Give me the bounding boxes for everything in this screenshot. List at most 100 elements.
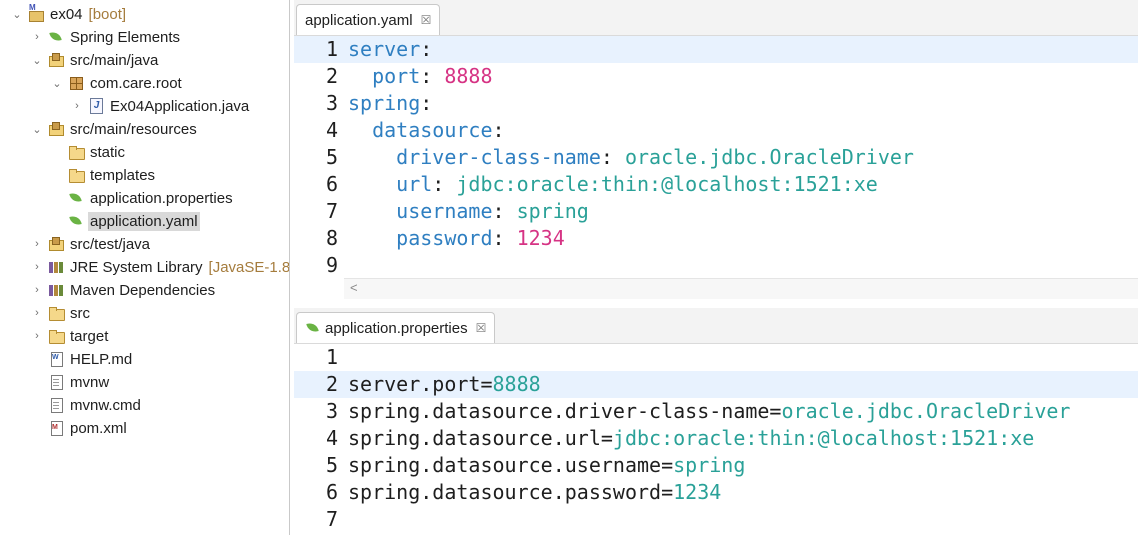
code-token: spring [673, 453, 746, 477]
tree-item[interactable]: pom.xml [30, 417, 129, 439]
tree-item[interactable]: application.properties [50, 187, 235, 209]
line-number: 1 [325, 37, 338, 61]
code-token: oracle.jdbc.OracleDriver [781, 399, 1071, 423]
horizontal-scrollbar[interactable]: < [344, 278, 1138, 299]
code-line[interactable]: 6 url: jdbc:oracle:thin:@localhost:1521:… [294, 171, 1138, 198]
chevron-right-icon[interactable]: › [30, 283, 44, 297]
tree-item[interactable]: › Spring Elements [30, 26, 182, 48]
tree-item-label: src/test/java [70, 235, 151, 253]
chevron-right-icon[interactable]: › [30, 306, 44, 320]
code-line[interactable]: 3 spring.datasource.driver-class-name=ora… [294, 398, 1138, 425]
code-line[interactable]: 7 username: spring [294, 198, 1138, 225]
yaml-code-area[interactable]: 1 server: 2 port: 8888 3 spring: 4 datasource… [294, 36, 1138, 279]
tree-item[interactable]: › Maven Dependencies [30, 279, 217, 301]
tree-item-label: application.yaml [88, 211, 200, 231]
line-number: 3 [325, 91, 338, 115]
tree-item[interactable]: › src/test/java [30, 233, 152, 255]
code-line[interactable]: 5 driver-class-name: oracle.jdbc.OracleD… [294, 144, 1138, 171]
line-number: 8 [325, 226, 338, 250]
tree-item[interactable]: ⌄ ex04 [boot] [10, 3, 126, 25]
code-token: : [492, 226, 517, 250]
chevron-down-icon[interactable]: ⌄ [50, 76, 64, 90]
tree-item[interactable]: application.yaml [50, 210, 200, 232]
tree-item-label: JRE System Library [70, 258, 203, 276]
tree-item-label: HELP.md [70, 350, 133, 368]
code-token: : [420, 64, 445, 88]
line-number: 9 [325, 253, 338, 277]
tree-item[interactable]: static [50, 141, 127, 163]
code-text: password: 1234 [348, 225, 565, 252]
code-token: port [348, 64, 421, 88]
code-line[interactable]: 7 [294, 506, 1138, 533]
chevron-down-icon[interactable]: ⌄ [30, 53, 44, 67]
code-line[interactable]: 5 spring.datasource.username=spring [294, 452, 1138, 479]
line-number: 4 [325, 426, 338, 450]
chevron-right-icon[interactable]: › [30, 237, 44, 251]
markdown-file-icon [48, 351, 64, 367]
code-text: spring.datasource.password=1234 [348, 479, 721, 506]
code-token: jdbc:oracle:thin:@localhost:1521:xe [612, 426, 1035, 450]
code-line[interactable]: 2 port: 8888 [294, 63, 1138, 90]
tab-application-properties[interactable]: application.properties ☒ [296, 312, 496, 343]
tree-item[interactable]: › Ex04Application.java [70, 95, 251, 117]
tree-item-label: mvnw [70, 373, 110, 391]
line-number: 3 [325, 399, 338, 423]
code-line[interactable]: 1 server: [294, 36, 1138, 63]
tree-item[interactable]: › JRE System Library [JavaSE-1.8] [30, 256, 289, 278]
code-line[interactable]: 4 datasource: [294, 117, 1138, 144]
spring-leaf-icon [68, 213, 84, 229]
line-number: 5 [325, 145, 338, 169]
code-line[interactable]: 9 [294, 252, 1138, 279]
tree-item[interactable]: ⌄ src/main/resources [30, 118, 199, 140]
scroll-left-icon[interactable]: < [350, 280, 358, 295]
chevron-right-icon[interactable]: › [30, 329, 44, 343]
chevron-right-icon[interactable]: › [30, 260, 44, 274]
chevron-right-icon[interactable]: › [70, 99, 84, 113]
code-token: url [348, 172, 433, 196]
source-folder-icon [48, 52, 64, 68]
tree-item-label: target [70, 327, 109, 345]
code-token: oracle.jdbc.OracleDriver [624, 145, 914, 169]
line-number: 6 [325, 480, 338, 504]
code-token: 8888 [492, 372, 541, 396]
close-icon[interactable]: ☒ [421, 13, 432, 27]
code-line[interactable]: 8 password: 1234 [294, 225, 1138, 252]
code-token: spring.datasource.url= [348, 426, 613, 450]
library-icon [48, 282, 64, 298]
line-number: 7 [325, 199, 338, 223]
properties-editor: application.properties ☒ 1 2 server.port=8… [294, 308, 1138, 535]
properties-code-area[interactable]: 1 2 server.port=8888 3 spring.datasource.dri… [294, 344, 1138, 533]
code-line[interactable]: 3 spring: [294, 90, 1138, 117]
code-text: server: [348, 36, 432, 63]
close-icon[interactable]: ☒ [476, 321, 487, 335]
tree-item[interactable]: › src [30, 302, 92, 324]
tree-item[interactable]: ⌄ com.care.root [50, 72, 184, 94]
library-icon [48, 259, 64, 275]
code-line[interactable]: 1 [294, 344, 1138, 371]
chevron-right-icon[interactable]: › [30, 30, 44, 44]
tab-application-yaml[interactable]: application.yaml ☒ [296, 4, 441, 35]
line-number: 7 [325, 507, 338, 531]
code-token: jdbc:oracle:thin:@localhost:1521:xe [456, 172, 878, 196]
tree-item[interactable]: mvnw.cmd [30, 394, 143, 416]
tree-item[interactable]: templates [50, 164, 157, 186]
tree-item[interactable]: ⌄ src/main/java [30, 49, 160, 71]
code-token: 1234 [516, 226, 565, 250]
code-text: spring.datasource.username=spring [348, 452, 745, 479]
chevron-down-icon[interactable]: ⌄ [10, 7, 24, 21]
code-token: : [492, 118, 505, 142]
tree-item[interactable]: › target [30, 325, 110, 347]
tree-item-decoration: [boot] [88, 5, 127, 23]
code-line[interactable]: 4 spring.datasource.url=jdbc:oracle:thin:… [294, 425, 1138, 452]
code-line[interactable]: 6 spring.datasource.password=1234 [294, 479, 1138, 506]
chevron-down-icon[interactable]: ⌄ [30, 122, 44, 136]
tree-item-label: templates [90, 166, 156, 184]
tree-item[interactable]: HELP.md [30, 348, 134, 370]
code-line[interactable]: 2 server.port=8888 [294, 371, 1138, 398]
tree-item[interactable]: mvnw [30, 371, 111, 393]
code-token: server [348, 37, 421, 61]
line-number: 2 [325, 64, 338, 88]
